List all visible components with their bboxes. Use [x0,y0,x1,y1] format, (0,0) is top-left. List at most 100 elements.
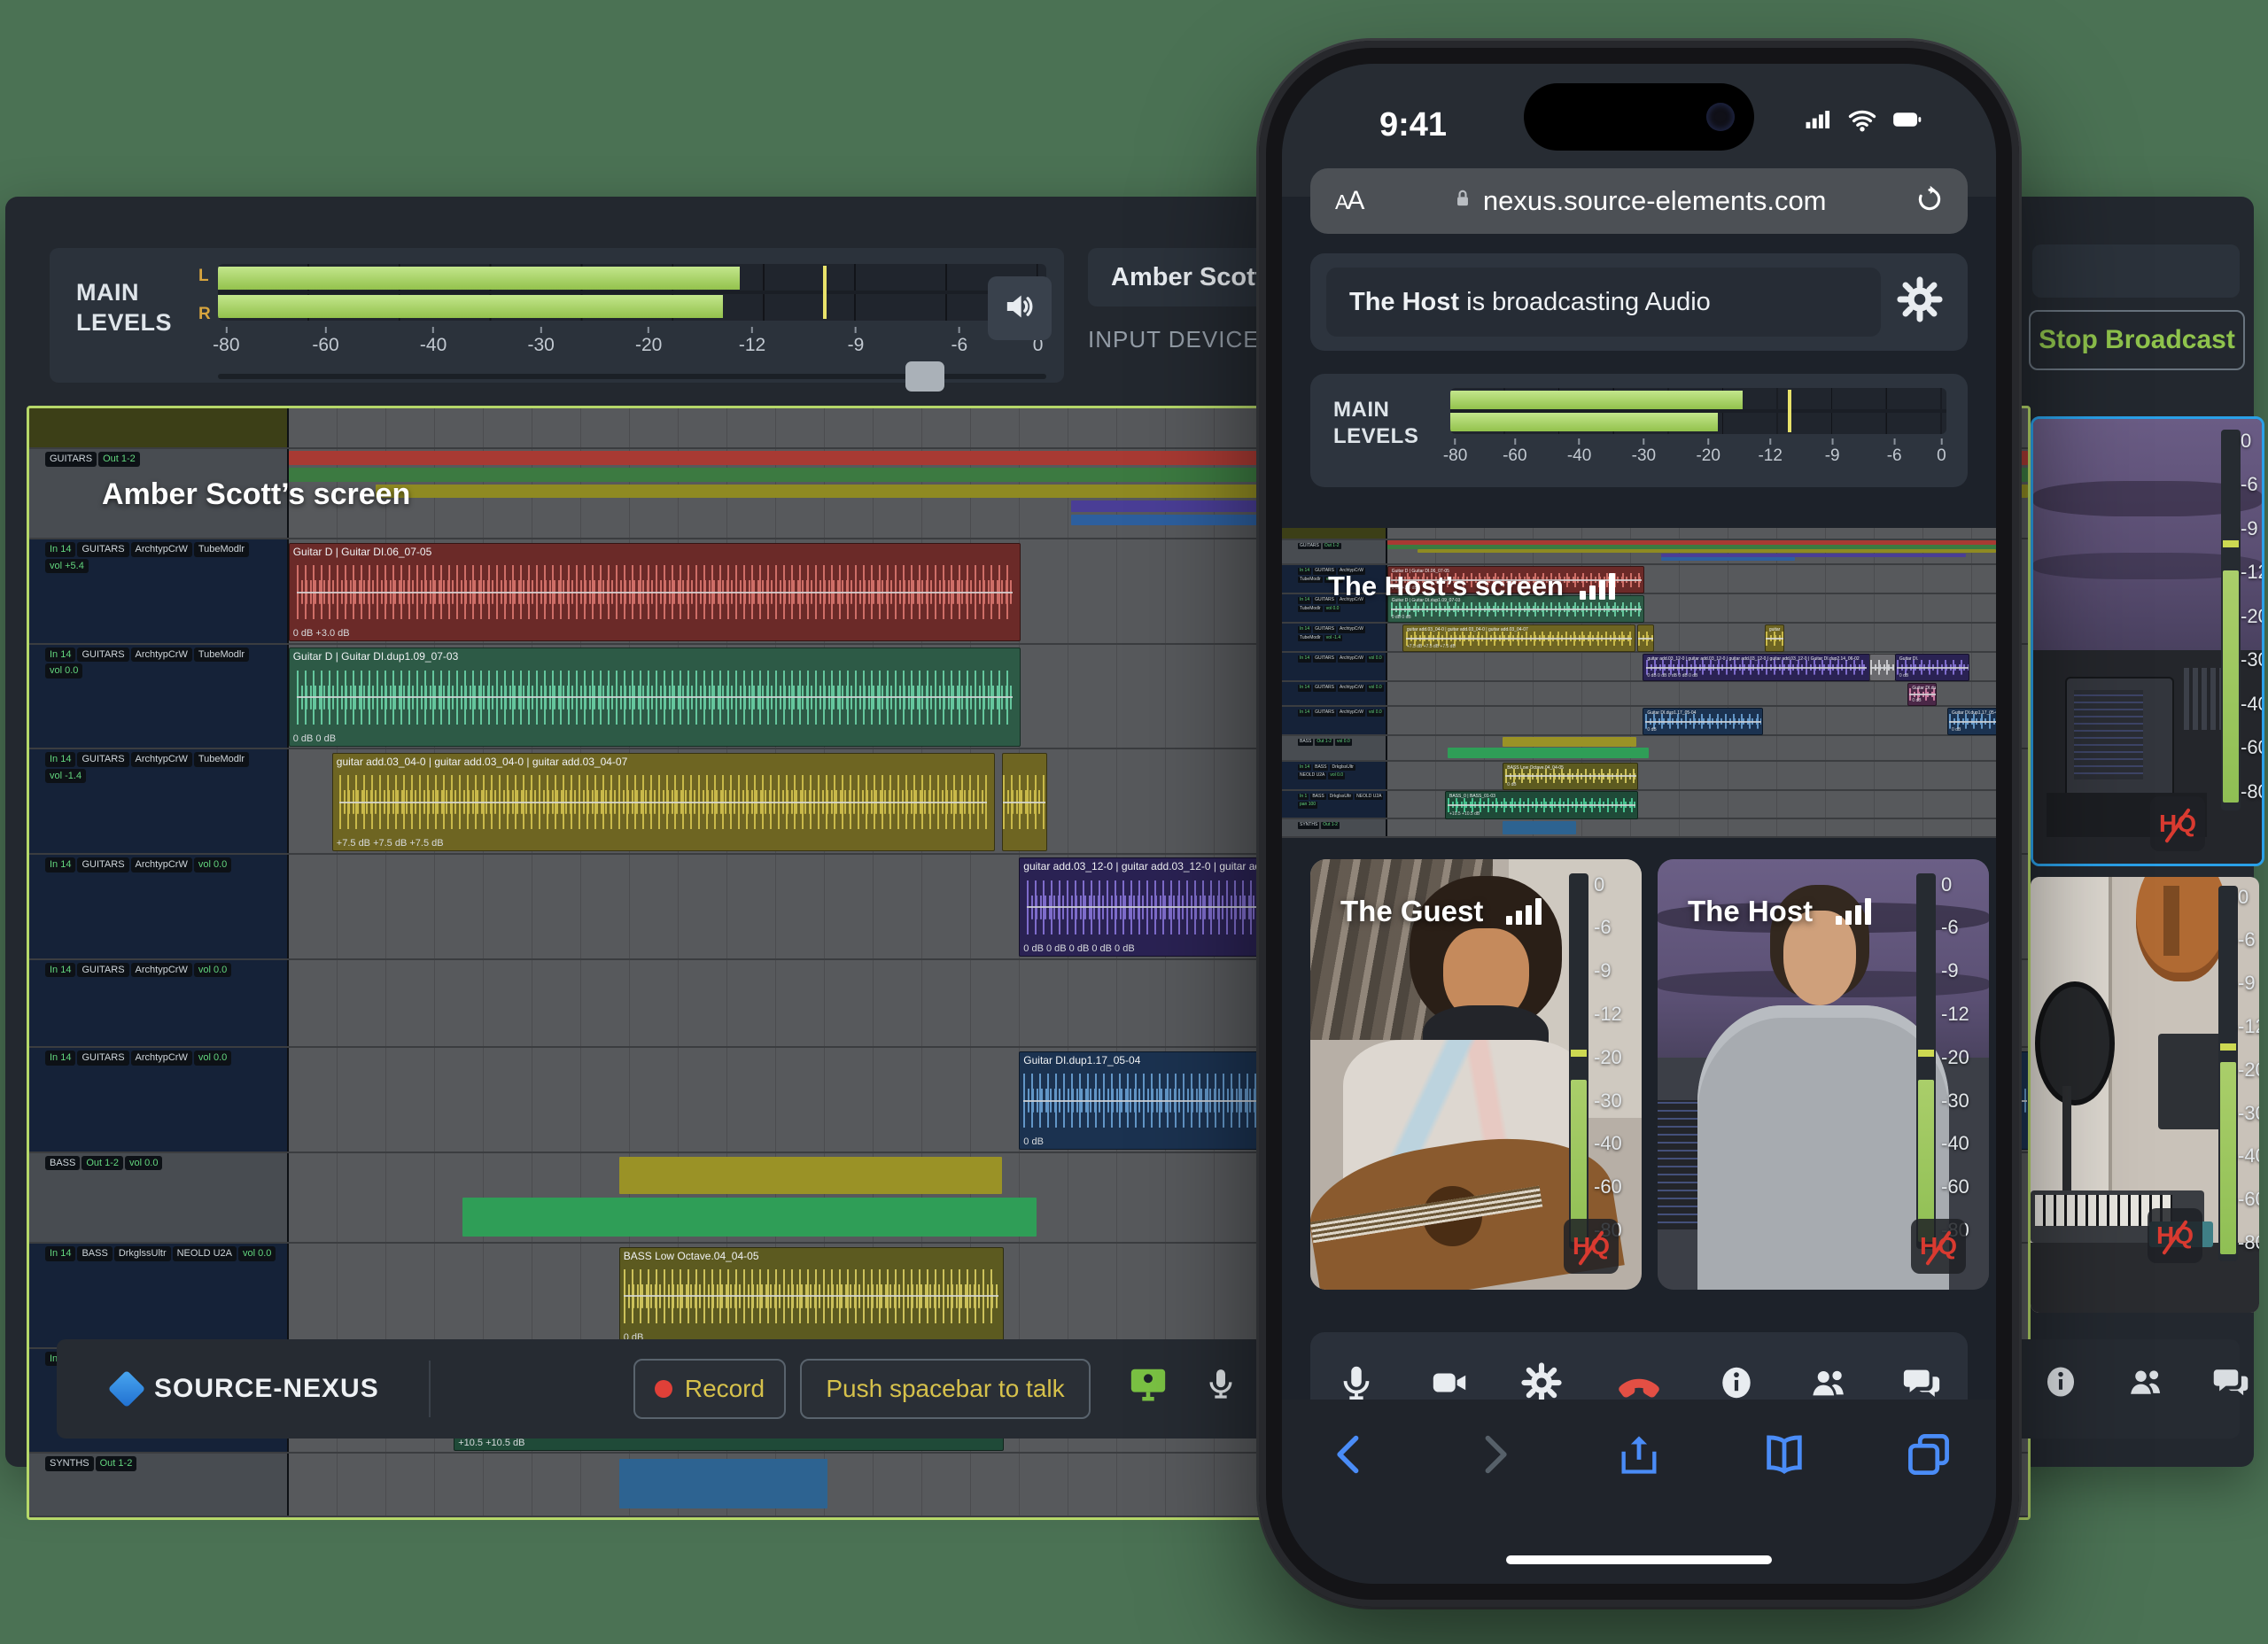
daw-track-header: In 14GUITARSArchtypCrWvol 0.0 [1282,653,1387,680]
battery-icon [1891,105,1922,139]
vmeter-fill [1571,1080,1587,1241]
tabs-button[interactable] [1906,1431,1952,1482]
stop-broadcast-button[interactable]: Stop Broadcast [2029,310,2245,370]
forward-button[interactable] [1472,1431,1518,1482]
track-chip: DrkglssUltr [1328,794,1353,801]
meter-lr-labels: LR [198,264,211,326]
home-indicator[interactable] [1506,1555,1772,1564]
cellular-signal-icon [1803,105,1833,139]
scale-tick: -20 [1696,446,1720,466]
phone-screen: 9:41 AA nexus.source-elements.com The Ho… [1282,64,1996,1584]
screen-share-active-icon[interactable] [1123,1361,1173,1410]
settings-gear-button[interactable] [1897,276,1943,327]
track-chip: DrkglssUltr [1330,764,1355,772]
iphone-mockup: 9:41 AA nexus.source-elements.com The Ho… [1259,41,2019,1607]
vscale-tick: -60 [1594,1175,1622,1198]
output-device-select[interactable] [2032,244,2240,298]
daw-clip [1503,737,1636,747]
desktop-mic-icon[interactable] [1196,1361,1246,1410]
daw-clip: Guitar DI.dup1.17_05-040 dB [1643,708,1763,735]
back-button[interactable] [1326,1431,1372,1482]
daw-clip [619,1459,828,1508]
volume-slider[interactable] [218,374,1046,379]
speaker-button[interactable] [988,276,1052,340]
hq-disabled-badge: HQ [2148,1208,2202,1263]
vscale-tick: -6 [2238,928,2256,951]
vscale-tick: -80 [2238,1231,2259,1254]
clock: 9:41 [1379,106,1447,144]
host-screen-share[interactable]: GUITARSOut 1-2In 14GUITARSArchtypCrWTube… [1282,528,1996,838]
track-chip: GUITARS [1313,626,1336,633]
daw-track-lane [1387,819,1996,836]
track-chip: Out 1-2 [82,1156,123,1171]
safari-address-bar[interactable]: AA nexus.source-elements.com [1310,168,1968,234]
track-chip: ArchtypCrW [1338,655,1365,663]
daw-clip: guitar add.03_12-0 | guitar add.03_12-0 … [1643,654,1869,681]
daw-track-header: In 14GUITARSArchtypCrWvol 0.0 [29,855,289,958]
track-chip: In 14 [45,1051,75,1066]
record-button[interactable]: Record [633,1359,786,1419]
track-chip: SYNTHS [45,1456,94,1471]
track-chip: vol 0.0 [1335,739,1352,746]
reload-button[interactable] [1915,184,1945,219]
daw-track-header: In 14GUITARSArchtypCrWvol 0.0 [29,960,289,1047]
brand: SOURCE-NEXUS [113,1374,379,1404]
vscale-tick: 0 [1594,873,1604,896]
track-chip: TubeModlr [1298,606,1323,613]
reader-text-size-button[interactable]: AA [1335,186,1363,216]
daw-clip [1637,624,1654,652]
signal-bars-icon [1506,898,1542,925]
broadcast-status-text: The Host is broadcasting Audio [1326,268,1881,337]
chat-icon[interactable] [2211,1362,2250,1406]
track-chip: vol 0.0 [125,1156,162,1171]
track-chip: GUITARS [1298,543,1321,550]
daw-clip [619,1157,1002,1194]
track-chip: In 14 [1298,568,1311,575]
daw-track-row: In 14GUITARSArchtypCrWvol 0.0Guitar DI.d… [1282,707,1996,736]
daw-track-lane [1387,736,1996,760]
scale-tick: -60 [1503,446,1526,466]
daw-track-header: In 14GUITARSArchtypCrWTubeModlrvol +5.4 [29,539,289,643]
video-tile-the-guest[interactable]: The Guest 0-6-9-12-20-30-40-60-80 HQ [1310,859,1642,1290]
nexus-web-app: The Host is broadcasting Audio MAIN LEVE… [1282,234,1996,1400]
guest-meter-scale: 0-6-9-12-20-30-40-60-80 [1588,873,1638,1249]
participants-icon[interactable] [2126,1362,2165,1406]
main-levels-label: MAIN LEVELS [1310,374,1447,487]
daw-clip: Guitar D | Guitar DI.dup1.09_07-030 dB 0… [289,648,1021,747]
vscale-tick: -20 [2238,1059,2259,1082]
scale-tick: -12 [739,335,765,356]
front-camera [1706,103,1735,131]
video-tile-the-host[interactable]: The Host 0-6-9-12-20-30-40-60-80 HQ [1658,859,1989,1290]
daw-track-row: BASSOut 1-2vol 0.0 [1282,736,1996,762]
daw-track-header: In 14GUITARSArchtypCrWTubeModlrvol -1.4 [1282,624,1387,651]
push-to-talk-button[interactable]: Push spacebar to talk [800,1359,1091,1419]
vscale-tick: -40 [2241,693,2264,716]
daw-track-lane: guitar add.03_12-0 | guitar add.03_12-0 … [1387,653,1996,680]
daw-clip: BASS_0 | BASS_01-03+10.5 +10.5 dB [1445,791,1638,818]
track-chip: GUITARS [1313,710,1336,717]
meter-fill-right [1450,413,1718,431]
daw-clip: Guitar DI.dup1.17_05-040 dB [1947,708,1996,735]
video-tile-host-active[interactable]: 0-6-9-12-20-30-40-60-80 HQ [2031,416,2264,866]
track-chip: vol 0.0 [238,1246,276,1261]
scale-tick: -40 [1567,446,1591,466]
meter-fill-left [1450,391,1743,409]
daw-track-header [1282,528,1387,539]
vmeter-peak [1571,1050,1587,1057]
share-button[interactable] [1616,1431,1662,1482]
info-icon[interactable] [2041,1362,2080,1406]
bookmarks-button[interactable] [1761,1431,1807,1482]
track-chip: vol 0.0 [1324,606,1341,613]
daw-track-row: GUITARSOut 1-2 [1282,540,1996,566]
daw-track-row: In 1BASSDrkglssUltrNEOLD U2Apan 100BASS_… [1282,791,1996,820]
daw-track-header: SYNTHSOut 1-2 [29,1454,289,1516]
scale-tick: -12 [1758,446,1782,466]
vmeter-peak [1918,1050,1934,1057]
track-chip: In 14 [45,963,75,978]
video-tile-guest-studio[interactable]: 0-6-9-12-20-30-40-60-80 HQ [2031,877,2259,1313]
track-chip: In 14 [1298,626,1311,633]
daw-track-header: In 14BASSDrkglssUltrNEOLD U2Avol 0.0 [1282,762,1387,789]
daw-track-row: In 14GUITARSArchtypCrWvol 0.0Guitar DI.d… [1282,682,1996,707]
volume-slider-knob[interactable] [905,361,944,392]
daw-clip [1448,748,1649,758]
